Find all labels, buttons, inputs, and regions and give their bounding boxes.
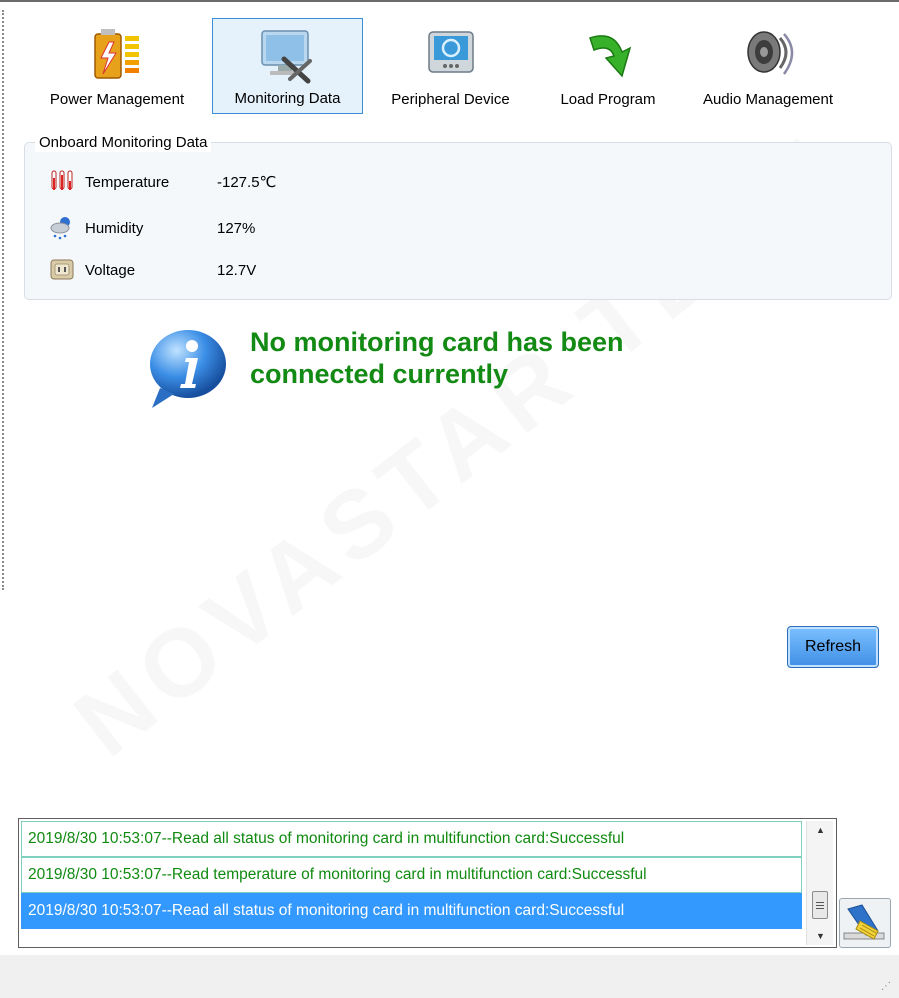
voltage-label: Voltage xyxy=(85,261,136,279)
humidity-row: Humidity 127% xyxy=(49,213,255,243)
socket-icon xyxy=(50,259,74,280)
temperature-row: Temperature -127.5℃ xyxy=(49,167,276,197)
refresh-button[interactable]: Refresh xyxy=(787,626,879,668)
monitoring-window: NOVASTAR TECH Power Management Monitorin… xyxy=(0,0,899,998)
tab-power-management[interactable]: Power Management xyxy=(22,18,212,114)
broom-icon xyxy=(843,904,885,940)
tab-monitoring-data[interactable]: Monitoring Data xyxy=(212,18,363,114)
onboard-monitoring-group: Onboard Monitoring Data Temperature -127… xyxy=(24,134,892,300)
clear-log-button[interactable] xyxy=(839,898,891,948)
left-splitter[interactable] xyxy=(2,10,4,590)
top-border xyxy=(0,0,899,2)
cloud-rain-icon xyxy=(50,217,70,240)
tab-audio-management[interactable]: Audio Management xyxy=(678,18,858,114)
thermometer-icon xyxy=(51,170,73,190)
resize-grip-icon[interactable]: ⋰ xyxy=(881,982,891,992)
tab-label: Peripheral Device xyxy=(391,91,510,108)
device-icon xyxy=(427,31,474,73)
speaker-icon xyxy=(747,31,794,75)
temperature-value: -127.5℃ xyxy=(217,174,277,191)
temperature-label: Temperature xyxy=(85,173,170,191)
tab-label: Audio Management xyxy=(702,91,834,108)
log-scrollbar[interactable]: ▲ ▼ xyxy=(806,821,833,945)
monitor-tools-icon xyxy=(260,30,312,84)
scroll-thumb[interactable] xyxy=(812,891,828,919)
info-icon xyxy=(150,330,226,408)
voltage-row: Voltage 12.7V xyxy=(49,255,256,285)
status-area: ⋰ xyxy=(0,955,899,998)
no-card-message: No monitoring card has been connected cu… xyxy=(250,326,720,390)
voltage-value: 12.7V xyxy=(217,261,257,279)
tab-peripheral-device[interactable]: Peripheral Device xyxy=(363,18,538,114)
scroll-up-icon[interactable]: ▲ xyxy=(807,821,834,839)
green-arrow-icon xyxy=(589,35,632,78)
log-entry[interactable]: 2019/8/30 10:53:07--Read temperature of … xyxy=(21,857,802,893)
tab-label: Monitoring Data xyxy=(234,90,341,107)
message-line-2: connected currently xyxy=(250,359,509,389)
log-entry[interactable]: 2019/8/30 10:53:07--Read all status of m… xyxy=(21,821,802,857)
scroll-down-icon[interactable]: ▼ xyxy=(807,927,834,945)
tab-label: Load Program xyxy=(560,91,656,108)
battery-icon xyxy=(94,29,139,79)
log-entry-selected[interactable]: 2019/8/30 10:53:07--Read all status of m… xyxy=(21,893,802,929)
toolbar: Power Management Monitoring Data Periphe… xyxy=(22,18,858,116)
message-line-1: No monitoring card has been xyxy=(250,327,624,357)
log-items: 2019/8/30 10:53:07--Read all status of m… xyxy=(21,821,802,929)
group-title: Onboard Monitoring Data xyxy=(35,134,212,152)
humidity-value: 127% xyxy=(217,219,256,237)
humidity-label: Humidity xyxy=(85,219,144,237)
log-list[interactable]: 2019/8/30 10:53:07--Read all status of m… xyxy=(18,818,837,948)
tab-label: Power Management xyxy=(49,91,185,108)
tab-load-program[interactable]: Load Program xyxy=(538,18,678,114)
